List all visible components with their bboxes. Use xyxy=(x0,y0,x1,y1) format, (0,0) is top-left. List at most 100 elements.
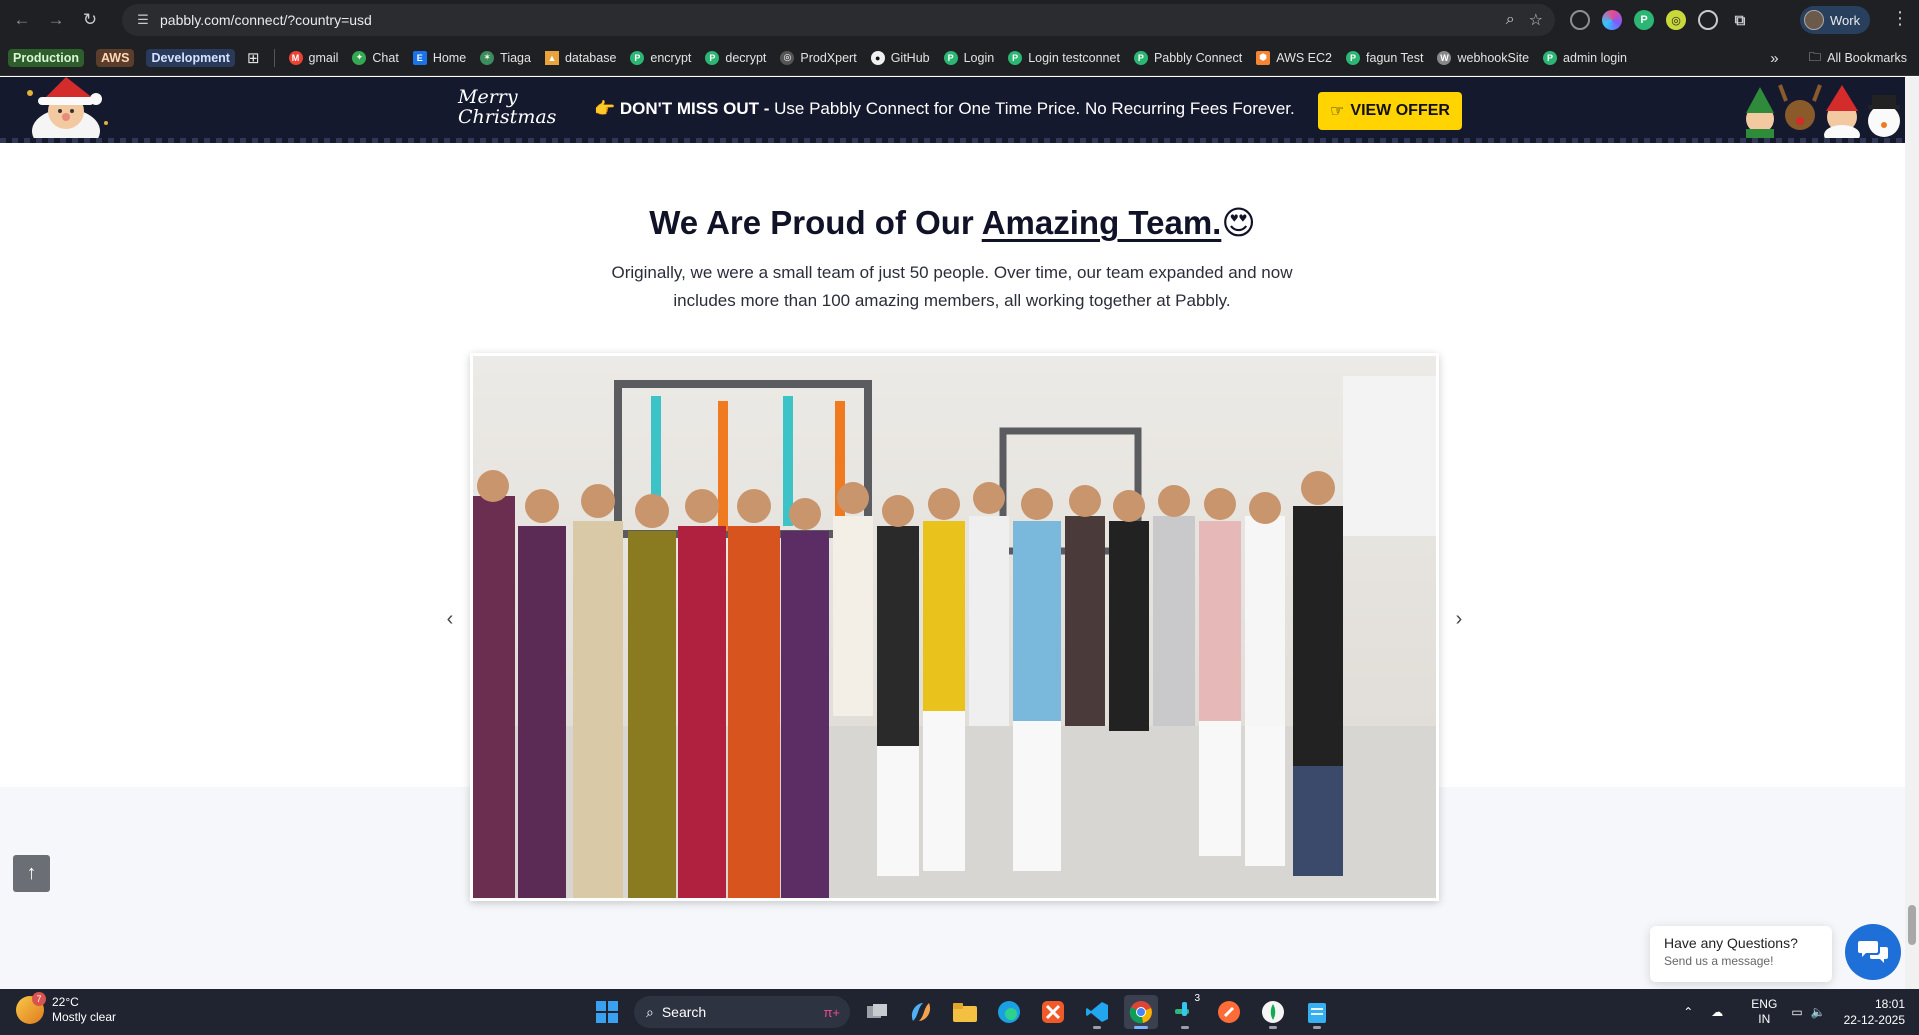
screen: ← → ↻ ☰ pabbly.com/connect/?country=usd … xyxy=(0,0,1919,1035)
bookmark-development[interactable]: Development xyxy=(146,48,235,67)
hand-icon: ☞ xyxy=(1330,103,1345,120)
bookmark-aws-ec2[interactable]: ⬢ AWS EC2 xyxy=(1256,50,1332,65)
network-icon[interactable]: ▭ xyxy=(1791,1005,1802,1019)
reload-icon[interactable]: ↻ xyxy=(78,8,102,32)
zoom-search-icon[interactable]: ⌕ xyxy=(1506,11,1515,29)
compass-extension-icon[interactable] xyxy=(1570,10,1590,30)
weather-icon: 7 xyxy=(16,992,46,1024)
bookmark-chat[interactable]: ✦ Chat xyxy=(352,50,399,65)
all-bookmarks-button[interactable]: All Bookmarks xyxy=(1827,51,1907,65)
bookmark-login-testconnet[interactable]: P Login testconnet xyxy=(1008,50,1120,65)
bookmarks-right: » 🗀 All Bookmarks xyxy=(1770,40,1907,76)
bookmark-database[interactable]: ▲ database xyxy=(544,50,616,65)
chat-icon: ✦ xyxy=(352,50,367,65)
taskbar-apps: ⌕ Search π+ 3 xyxy=(590,993,1334,1031)
vscode-icon[interactable] xyxy=(1080,995,1114,1029)
bookmarks-bar: Production AWS Development ⊞ Mgmail ✦ Cha… xyxy=(0,40,1919,76)
merry-christmas-logo: Merry Christmas xyxy=(458,87,556,127)
bookmark-admin-login[interactable]: Padmin login xyxy=(1543,50,1627,65)
back-icon[interactable]: ← xyxy=(10,8,34,32)
view-offer-button[interactable]: ☞ VIEW OFFER xyxy=(1318,92,1462,130)
weather-condition: Mostly clear xyxy=(52,1010,117,1024)
copilot-icon[interactable] xyxy=(904,995,938,1029)
bookmark-label: Chat xyxy=(372,50,399,65)
clock[interactable]: 18:01 22-12-2025 xyxy=(1844,996,1905,1028)
postman-icon[interactable] xyxy=(1212,995,1246,1029)
task-view-icon[interactable] xyxy=(860,995,894,1029)
cloud-off-icon[interactable]: ☁ xyxy=(1711,1005,1723,1019)
bookmark-login[interactable]: P Login xyxy=(943,50,994,65)
windows-start-icon[interactable] xyxy=(590,995,624,1029)
bookmark-tiaga[interactable]: ✶ Tiaga xyxy=(480,50,531,65)
bookmark-encrypt[interactable]: Pencrypt xyxy=(630,50,691,65)
file-explorer-icon[interactable] xyxy=(948,995,982,1029)
chat-prompt-bubble[interactable]: Have any Questions? Send us a message! xyxy=(1650,926,1832,982)
volume-icon[interactable]: 🔈 xyxy=(1811,1005,1826,1019)
chat-prompt: Send us a message! xyxy=(1664,954,1774,968)
carousel-prev-chevron-icon[interactable]: ‹ xyxy=(440,608,460,632)
carousel-next-chevron-icon[interactable]: › xyxy=(1449,608,1469,632)
edge-browser-icon[interactable] xyxy=(992,995,1026,1029)
chrome-icon[interactable] xyxy=(1124,995,1158,1029)
running-indicator xyxy=(1134,1026,1148,1029)
pabbly-icon: P xyxy=(630,50,645,65)
mongodb-compass-icon[interactable] xyxy=(1256,995,1290,1029)
avatar xyxy=(1804,10,1824,30)
banner-message: 👉 DON'T MISS OUT - Use Pabbly Connect fo… xyxy=(594,99,1295,119)
windows-taskbar: 7 22°C Mostly clear ⌕ Search π+ 3 ⌃ ☁ EN… xyxy=(0,989,1919,1035)
puzzle-icon[interactable]: ⧉ xyxy=(1730,10,1750,30)
menu-kebab-icon[interactable]: ⋮ xyxy=(1890,8,1910,32)
target-extension-icon[interactable] xyxy=(1698,10,1718,30)
bookmark-label: gmail xyxy=(308,50,339,65)
promo-banner: Merry Christmas 👉 DON'T MISS OUT - Use P… xyxy=(0,77,1905,143)
bookmark-github[interactable]: ● GitHub xyxy=(870,50,930,65)
notepad-icon[interactable] xyxy=(1300,995,1334,1029)
more-bookmarks-icon[interactable]: » xyxy=(1770,50,1778,67)
profile-button[interactable]: Work xyxy=(1800,6,1870,34)
bookmark-star-icon[interactable]: ☆ xyxy=(1529,10,1543,30)
taskbar-search-box[interactable]: ⌕ Search π+ xyxy=(634,996,850,1028)
bookmark-home[interactable]: E Home xyxy=(412,50,467,65)
bookmark-webhooksite[interactable]: WwebhookSite xyxy=(1437,50,1529,65)
page-scrollbar[interactable] xyxy=(1905,77,1919,989)
pabbly-extension-icon[interactable]: P xyxy=(1634,10,1654,30)
chat-launcher-button[interactable] xyxy=(1845,924,1901,980)
section-title: We Are Proud of Our Amazing Team.😍 xyxy=(0,203,1905,242)
bookmark-decrypt[interactable]: Pdecrypt xyxy=(705,50,766,65)
address-bar[interactable]: ☰ pabbly.com/connect/?country=usd ⌕ ☆ xyxy=(122,4,1555,36)
pabbly-icon: P xyxy=(705,50,720,65)
aws-icon: ⬢ xyxy=(1256,50,1271,65)
bookmark-fagun-test[interactable]: Pfagun Test xyxy=(1346,50,1423,65)
chevron-up-icon[interactable]: ⌃ xyxy=(1683,1005,1693,1019)
bookmark-production[interactable]: Production xyxy=(8,48,84,67)
scroll-to-top-button[interactable]: ↑ xyxy=(13,855,50,892)
scrollbar-thumb[interactable] xyxy=(1908,905,1916,945)
lang-region: IN xyxy=(1758,1012,1771,1026)
title-underlined: Amazing Team. xyxy=(981,204,1222,241)
bookmark-label: ProdXpert xyxy=(800,50,857,65)
search-label: Search xyxy=(661,1004,707,1020)
bookmark-label: Home xyxy=(432,50,467,65)
banner-strong: DON'T MISS OUT - xyxy=(619,99,770,118)
url-text[interactable]: pabbly.com/connect/?country=usd xyxy=(160,12,372,28)
bookmark-separator xyxy=(273,48,275,67)
weather-widget[interactable]: 7 22°C Mostly clear xyxy=(16,992,117,1025)
app-orange-icon[interactable] xyxy=(1036,995,1070,1029)
bookmark-label: Login testconnet xyxy=(1028,50,1120,65)
site-info-icon[interactable]: ☰ xyxy=(132,12,154,28)
bookmark-gmail[interactable]: Mgmail xyxy=(288,50,339,65)
forward-icon[interactable]: → xyxy=(44,8,68,32)
team-photo xyxy=(470,353,1439,901)
page-content: We Are Proud of Our Amazing Team.😍 Origi… xyxy=(0,143,1905,989)
date: 22-12-2025 xyxy=(1843,1013,1905,1027)
language-indicator[interactable]: ENG IN xyxy=(1751,997,1777,1027)
color-extension-icon[interactable] xyxy=(1602,10,1622,30)
bookmark-prodxpert[interactable]: ◎ ProdXpert xyxy=(780,50,857,65)
lime-extension-icon[interactable]: ◎ xyxy=(1666,10,1686,30)
bookmark-aws[interactable]: AWS xyxy=(95,48,135,67)
pabbly-icon: P xyxy=(1008,50,1023,65)
search-icon: ⌕ xyxy=(646,1003,654,1020)
slack-icon[interactable]: 3 xyxy=(1168,993,1202,1029)
apps-grid-icon[interactable]: ⊞ xyxy=(247,49,260,67)
bookmark-pabbly-connect[interactable]: P Pabbly Connect xyxy=(1133,50,1242,65)
